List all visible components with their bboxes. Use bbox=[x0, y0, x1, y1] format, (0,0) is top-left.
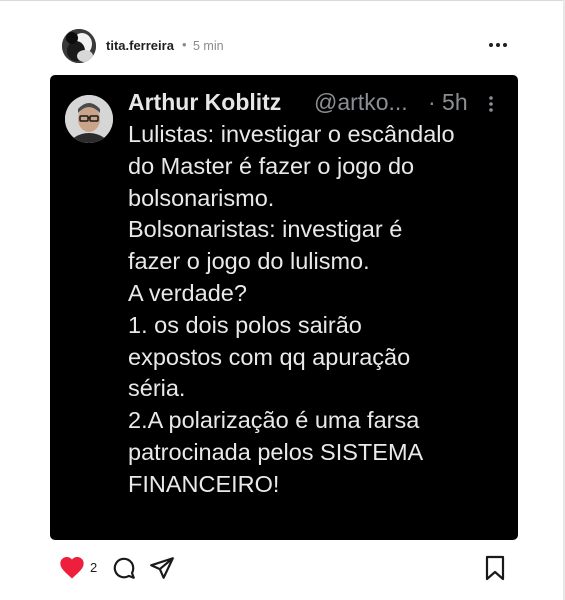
like-count: 2 bbox=[90, 560, 98, 575]
post-timestamp: 5 min bbox=[193, 39, 224, 53]
separator-dot: • bbox=[182, 37, 187, 52]
cropped-icons-strip bbox=[212, 75, 272, 79]
tweet-author-name: Arthur Koblitz bbox=[128, 89, 282, 115]
top-divider bbox=[0, 0, 565, 1]
user-avatar[interactable] bbox=[62, 29, 96, 63]
comment-icon bbox=[113, 557, 135, 579]
post-actions-bar: 2 bbox=[58, 554, 518, 582]
heart-icon bbox=[60, 557, 84, 579]
save-button[interactable] bbox=[484, 554, 506, 582]
tweet-author-avatar bbox=[65, 95, 113, 143]
post-header: tita.ferreira • 5 min bbox=[62, 29, 512, 63]
post-image-screenshot[interactable]: Arthur Koblitz @artko... · 5h Lulistas: … bbox=[50, 75, 518, 540]
bookmark-icon bbox=[485, 555, 505, 581]
tweet-time: · 5h bbox=[428, 89, 468, 115]
more-horizontal-icon bbox=[489, 43, 507, 47]
share-button[interactable] bbox=[149, 555, 175, 581]
more-options-button[interactable] bbox=[486, 34, 510, 56]
username[interactable]: tita.ferreira bbox=[106, 38, 174, 53]
share-icon bbox=[150, 557, 174, 579]
tweet-more-vertical-icon bbox=[489, 96, 493, 112]
like-button[interactable] bbox=[58, 554, 88, 582]
tweet-author-handle: @artko... bbox=[314, 89, 408, 115]
comment-button[interactable] bbox=[111, 555, 137, 581]
tweet-text: Lulistas: investigar o escândalo do Mast… bbox=[128, 121, 455, 497]
